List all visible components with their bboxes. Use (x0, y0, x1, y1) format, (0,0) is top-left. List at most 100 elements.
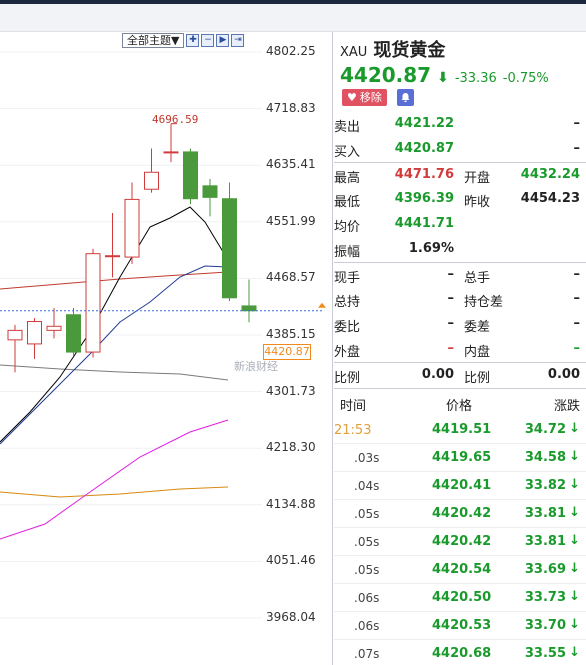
y-axis-label: 4635.41 (266, 157, 316, 172)
y-axis-label: 3968.04 (266, 610, 316, 624)
y-axis-label: 4134.88 (266, 496, 316, 511)
candle-up (85, 253, 101, 353)
quote-label: 委比 (334, 320, 361, 335)
quote-label: 比例 (464, 371, 491, 386)
kline-chart[interactable]: 全部主题▼ ✚ − ▶ ⇥ 4802.25 4718.83 4635.41 4551.… (0, 32, 333, 665)
quote-value: 4421.22 (394, 116, 454, 131)
candle-up (7, 329, 23, 341)
quote-row: 4420.87 ⬇ -33.36 -0.75% (340, 63, 549, 87)
tick-time: .03s (354, 451, 380, 465)
candle-up (27, 321, 42, 345)
quote-label: 总手 (464, 271, 491, 286)
quote-value: – (573, 267, 581, 282)
quote-label: 振幅 (334, 245, 361, 260)
down-arrow-icon: ↓ (569, 449, 580, 464)
quote-row-item: 比例 0.00 比例 0.00 (334, 362, 586, 387)
tick-row: .05s 4420.42 33.81 ↓ (334, 500, 586, 528)
tick-change: 33.82 (524, 478, 566, 493)
remove-button[interactable]: ♥ 移除 (342, 89, 387, 106)
watermark-text: 新浪财经 (234, 360, 278, 373)
change-value: -33.36 (454, 71, 497, 86)
quote-value: 0.00 (547, 367, 580, 382)
y-axis-label: 4385.15 (266, 326, 316, 341)
theme-select[interactable]: 全部主题▼ (122, 33, 185, 48)
tick-row: .05s 4420.42 33.81 ↓ (334, 528, 586, 556)
y-axis-label: 4468.57 (266, 270, 316, 285)
step-forward-icon[interactable]: ▶ (216, 34, 230, 47)
down-arrow-icon: ↓ (569, 421, 580, 436)
quote-value: 1.69% (408, 241, 454, 256)
quote-value: – (573, 341, 581, 356)
quote-label: 最高 (334, 171, 361, 186)
quote-label: 最低 (334, 195, 361, 210)
quote-value: 4454.23 (520, 191, 580, 206)
end-icon[interactable]: ⇥ (231, 34, 245, 47)
quote-label: 昨收 (464, 195, 491, 210)
quote-value: – (447, 316, 455, 331)
quote-value: – (447, 267, 455, 282)
quote-panel: XAU 现货黄金 4420.87 ⬇ -33.36 -0.75% ♥ 移除 卖出… (334, 32, 586, 665)
tick-row: .06s 4420.50 33.73 ↓ (334, 584, 586, 612)
y-axis-label: 4051.46 (266, 553, 316, 568)
action-buttons: ♥ 移除 (342, 89, 414, 106)
quote-row-item: 振幅 1.69% (334, 237, 586, 262)
ma120-line (0, 486, 229, 498)
tick-list: 21:53 4419.51 34.72 ↓ .03s 4419.65 34.58 ↓ .04s 4… (334, 416, 586, 665)
tick-row: .05s 4420.54 33.69 ↓ (334, 556, 586, 584)
quote-label: 持仓差 (464, 295, 504, 310)
tick-time: .04s (354, 479, 380, 493)
ma60-line (0, 419, 229, 540)
quote-row-item: 外盘 – 内盘 – (334, 337, 586, 362)
down-arrow-icon: ↓ (569, 617, 580, 632)
quote-label: 外盘 (334, 345, 361, 360)
tick-time: .05s (354, 507, 380, 521)
y-axis-label: 4218.30 (266, 440, 316, 455)
ma30-line (0, 364, 229, 381)
sub-bar (0, 4, 586, 32)
tick-price: 4420.42 (432, 534, 492, 549)
tick-row: 21:53 4419.51 34.72 ↓ (334, 416, 586, 444)
tick-time: .05s (354, 563, 380, 577)
candle-up (105, 255, 120, 258)
tick-price: 4420.54 (432, 562, 492, 577)
quote-row-item: 现手 – 总手 – (334, 262, 586, 287)
tick-time: .07s (354, 647, 380, 661)
tick-change: 34.72 (524, 422, 566, 437)
tick-change: 34.58 (524, 450, 566, 465)
quote-value: – (447, 341, 455, 356)
y-axis-label: 4301.73 (266, 383, 316, 398)
instrument-name: 现货黄金 (373, 40, 446, 61)
tick-price: 4419.51 (432, 422, 492, 437)
tick-change: 33.73 (524, 590, 566, 605)
tick-price: 4420.68 (432, 646, 492, 661)
candle-up (124, 198, 140, 258)
down-arrow-icon: ↓ (569, 533, 580, 548)
zoom-out-icon[interactable]: − (201, 34, 215, 47)
alert-button[interactable] (396, 89, 414, 106)
tick-time: 21:53 (334, 423, 372, 438)
y-axis-label: 4551.99 (266, 213, 316, 228)
tick-time: .06s (354, 591, 380, 605)
ticks-header-time: 时间 (340, 399, 367, 414)
chart-toolbar: 全部主题▼ ✚ − ▶ ⇥ (122, 33, 245, 48)
down-arrow-icon: ↓ (569, 589, 580, 604)
expand-icon[interactable]: ✚ (186, 34, 200, 47)
tick-change: 33.81 (524, 506, 566, 521)
candle-down (202, 185, 218, 198)
quote-value: 4396.39 (394, 191, 454, 206)
tick-change: 33.70 (524, 618, 566, 633)
quote-row-item: 买入 4420.87 – (334, 137, 586, 162)
tick-row: .03s 4419.65 34.58 ↓ (334, 444, 586, 472)
remove-label: 移除 (359, 91, 382, 104)
tick-row: .06s 4420.53 33.70 ↓ (334, 612, 586, 640)
quote-value: 4420.87 (394, 141, 454, 156)
tick-price: 4420.41 (432, 478, 492, 493)
quote-value: – (573, 116, 581, 131)
down-arrow-icon: ↓ (569, 645, 580, 660)
tick-time: .06s (354, 619, 380, 633)
quote-label: 买入 (334, 145, 361, 160)
candle-down (222, 198, 237, 299)
quote-row-item: 卖出 4421.22 – (334, 112, 586, 137)
candle-up (144, 171, 159, 190)
candle-down (183, 151, 198, 200)
